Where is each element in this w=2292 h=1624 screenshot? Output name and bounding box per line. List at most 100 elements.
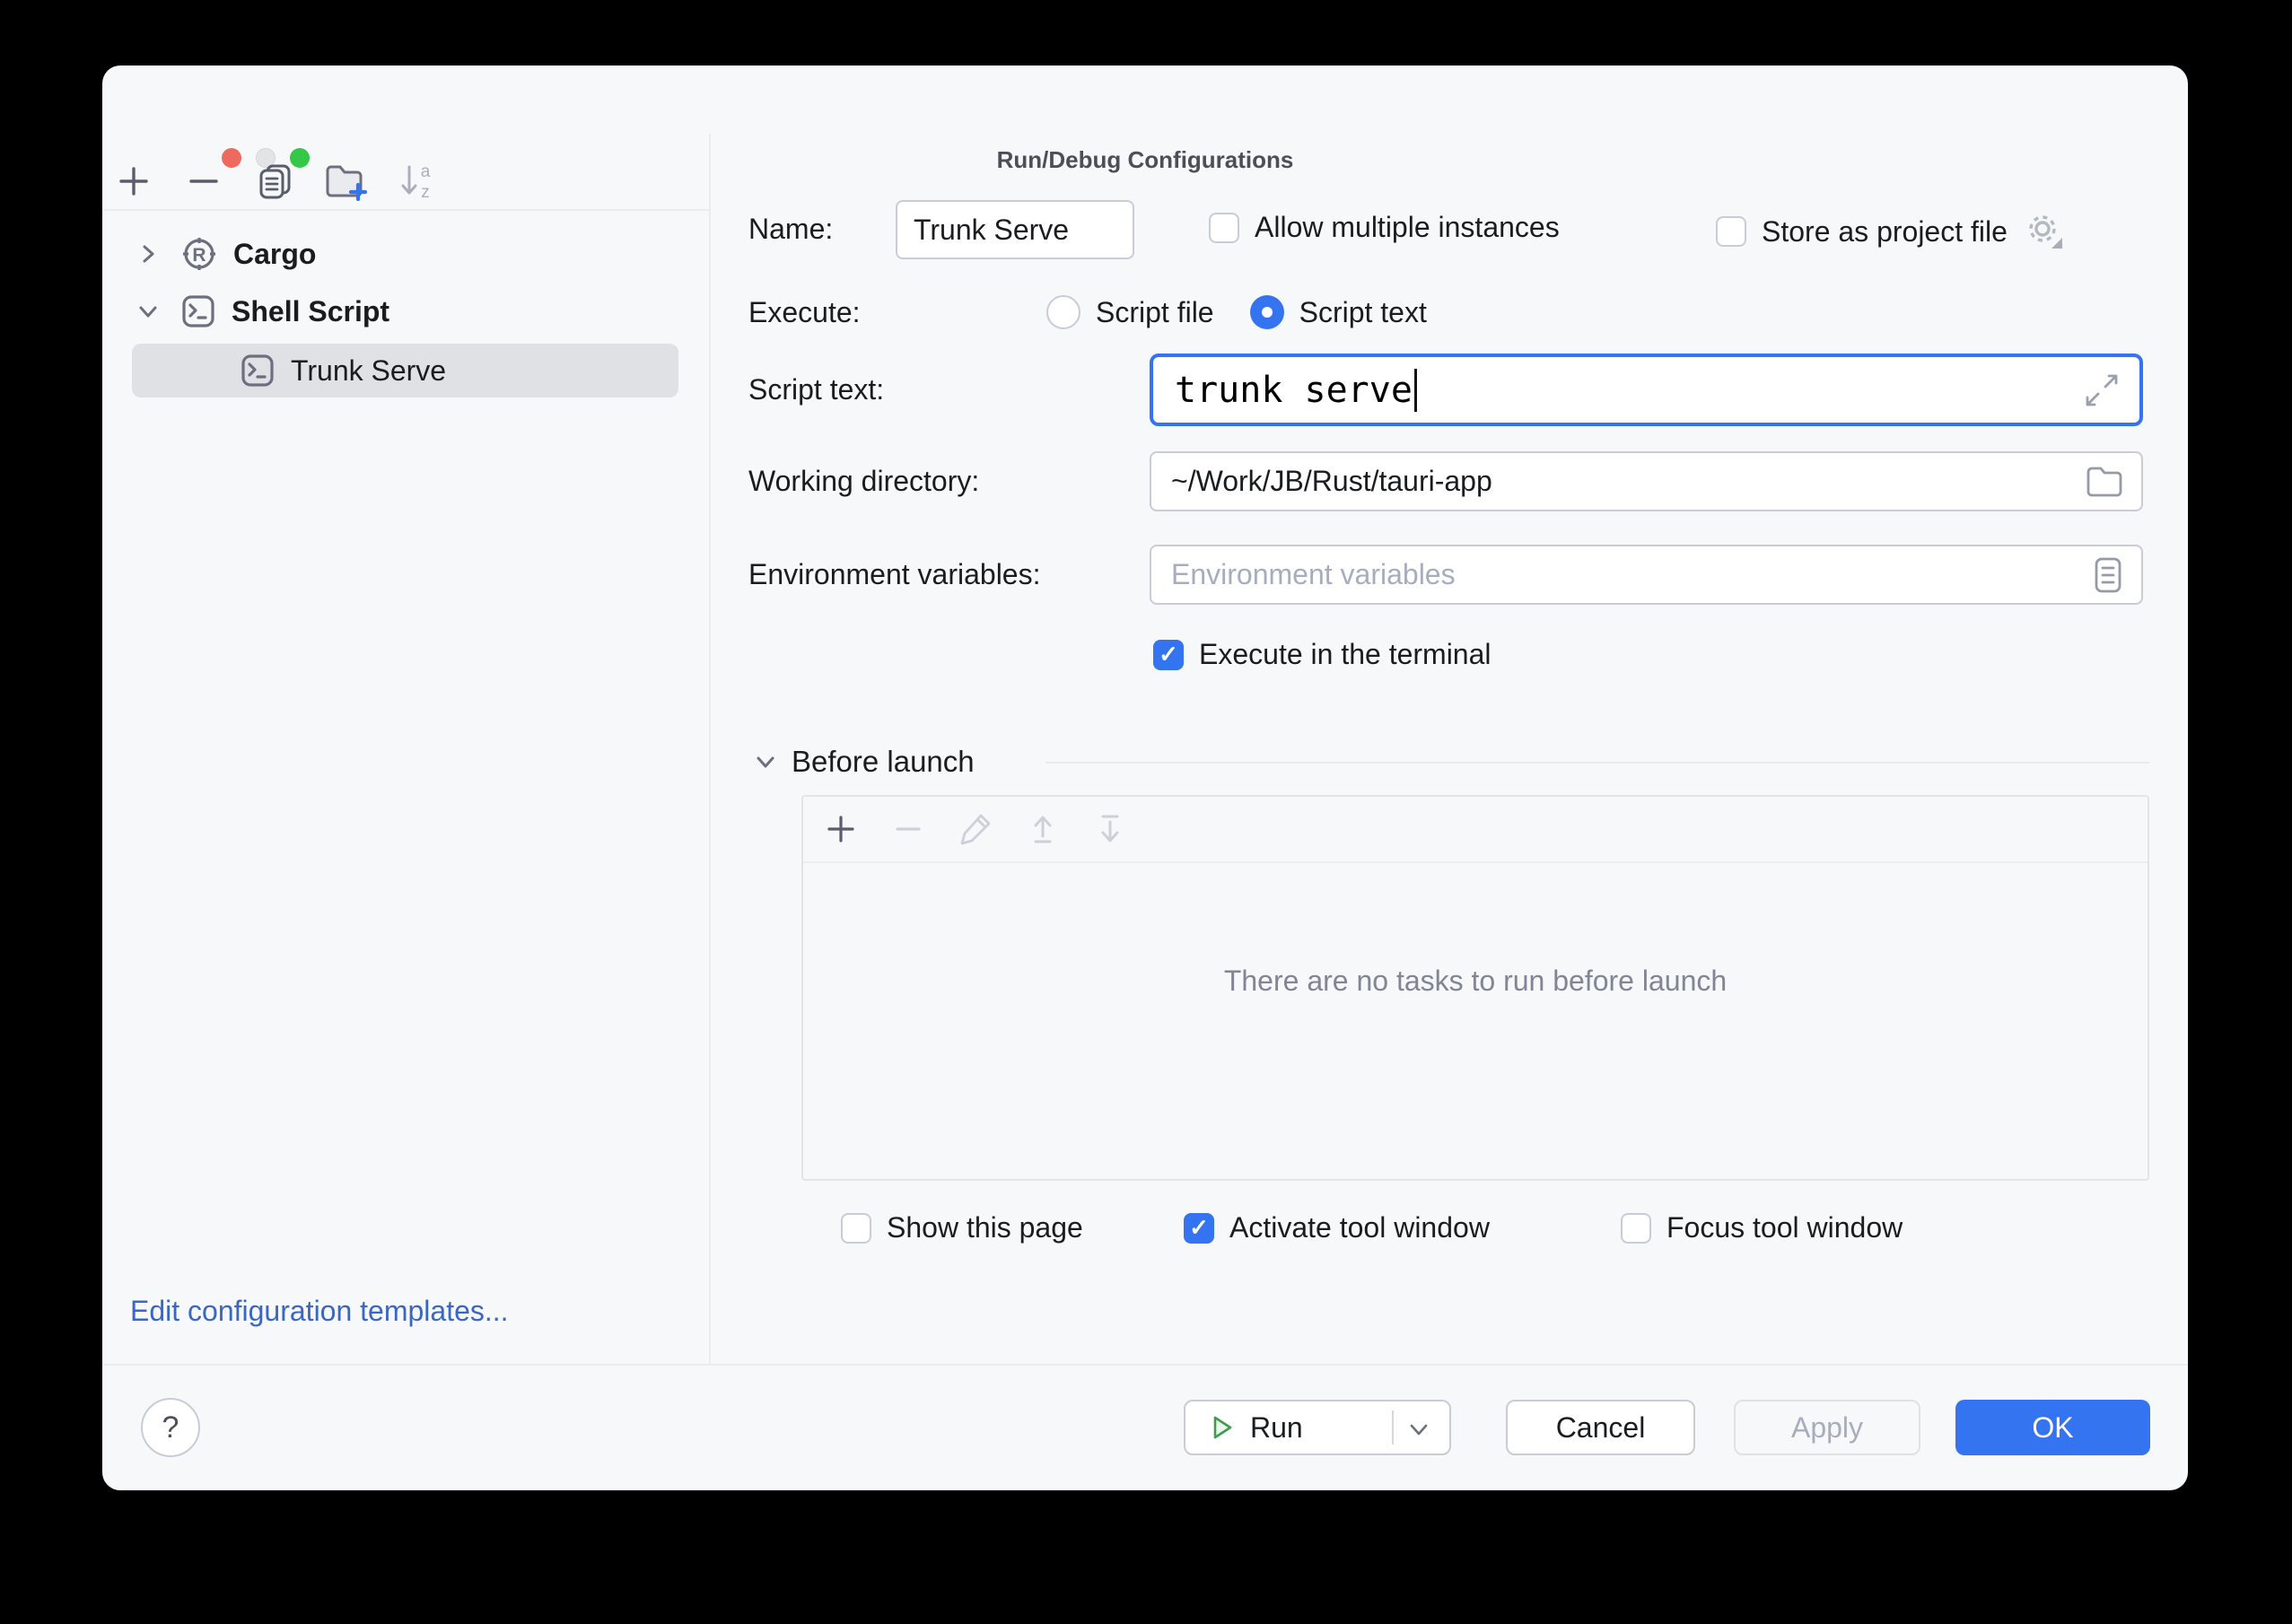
- sidebar-item-label: Cargo: [233, 238, 316, 271]
- svg-text:R: R: [192, 245, 206, 266]
- terminal-icon: [241, 354, 275, 388]
- checkbox-label: Store as project file: [1762, 215, 2008, 249]
- add-configuration-button[interactable]: [112, 160, 155, 203]
- move-down-icon: [1092, 811, 1128, 847]
- apply-button[interactable]: Apply: [1734, 1400, 1920, 1455]
- help-icon: ?: [162, 1410, 179, 1445]
- allow-multiple-instances-checkbox-group[interactable]: Allow multiple instances: [1209, 211, 1560, 244]
- environment-variables-label: Environment variables:: [748, 556, 1040, 592]
- expand-editor-icon[interactable]: [2082, 371, 2121, 410]
- new-folder-icon: [324, 162, 367, 201]
- run-debug-configurations-dialog: Run/Debug Configurations a z: [102, 65, 2188, 1490]
- name-input[interactable]: Trunk Serve: [896, 200, 1134, 259]
- remove-icon: [891, 812, 925, 846]
- check-icon: ✓: [1189, 1214, 1209, 1242]
- add-icon: [824, 812, 858, 846]
- new-folder-button[interactable]: [324, 160, 367, 203]
- help-button[interactable]: ?: [141, 1398, 200, 1457]
- apply-button-label: Apply: [1791, 1411, 1863, 1445]
- script-text-value: trunk serve: [1175, 370, 1413, 411]
- edit-task-button[interactable]: [956, 809, 995, 849]
- checkbox-label: Activate tool window: [1229, 1211, 1490, 1244]
- ok-button[interactable]: OK: [1955, 1400, 2150, 1455]
- svg-text:a: a: [421, 162, 431, 181]
- before-launch-toolbar: [803, 797, 2148, 863]
- text-caret: [1414, 369, 1417, 412]
- move-up-icon: [1025, 811, 1061, 847]
- checkbox-label: Show this page: [887, 1211, 1083, 1244]
- cancel-button-label: Cancel: [1556, 1411, 1646, 1445]
- move-up-button[interactable]: [1023, 809, 1063, 849]
- copy-icon: [255, 162, 294, 201]
- checkbox-label: Focus tool window: [1667, 1211, 1903, 1244]
- activate-tool-window-checkbox[interactable]: ✓: [1184, 1213, 1214, 1244]
- check-icon: ✓: [1159, 641, 1178, 668]
- browse-folder-icon[interactable]: [2086, 466, 2123, 498]
- execute-radio-group: Script file Script text: [1046, 295, 1427, 329]
- script-text-input[interactable]: trunk serve: [1150, 354, 2143, 426]
- working-directory-value: ~/Work/JB/Rust/tauri-app: [1171, 465, 1492, 498]
- cancel-button[interactable]: Cancel: [1506, 1400, 1695, 1455]
- remove-configuration-button[interactable]: [182, 160, 225, 203]
- script-file-radio[interactable]: [1046, 295, 1080, 329]
- before-launch-title[interactable]: Before launch: [792, 745, 975, 779]
- copy-configuration-button[interactable]: [253, 160, 296, 203]
- execute-in-terminal-checkbox[interactable]: ✓: [1153, 640, 1184, 670]
- run-split-divider: [1392, 1410, 1394, 1445]
- execute-label: Execute:: [748, 294, 861, 330]
- sidebar-item-label: Shell Script: [232, 295, 389, 328]
- store-as-project-file-checkbox[interactable]: [1716, 216, 1746, 247]
- run-play-icon: [1207, 1413, 1236, 1442]
- sidebar-toolbar-separator: [102, 209, 709, 211]
- checkbox-label: Execute in the terminal: [1199, 638, 1492, 671]
- cargo-icon: R: [181, 236, 217, 272]
- remove-task-button[interactable]: [888, 809, 928, 849]
- working-directory-input[interactable]: ~/Work/JB/Rust/tauri-app: [1150, 451, 2143, 511]
- ok-button-label: OK: [2032, 1411, 2073, 1445]
- allow-multiple-instances-checkbox[interactable]: [1209, 213, 1239, 243]
- footer-separator: [102, 1364, 2188, 1366]
- remove-icon: [186, 163, 222, 199]
- script-text-radio[interactable]: [1250, 295, 1284, 329]
- show-this-page-checkbox[interactable]: [841, 1213, 871, 1244]
- working-directory-label: Working directory:: [748, 463, 979, 499]
- execute-in-terminal-checkbox-group[interactable]: ✓ Execute in the terminal: [1153, 638, 1492, 671]
- before-launch-empty-text: There are no tasks to run before launch: [803, 965, 2148, 998]
- store-as-project-file-checkbox-group[interactable]: Store as project file: [1716, 211, 2066, 252]
- terminal-icon: [181, 294, 215, 328]
- checkbox-label: Allow multiple instances: [1255, 211, 1560, 244]
- environment-variables-placeholder: Environment variables: [1171, 558, 1456, 591]
- sidebar-item-cargo[interactable]: R Cargo: [102, 227, 709, 281]
- radio-label[interactable]: Script text: [1299, 296, 1427, 329]
- run-button[interactable]: Run: [1184, 1400, 1451, 1455]
- focus-tool-window-checkbox[interactable]: [1621, 1213, 1651, 1244]
- move-down-button[interactable]: [1090, 809, 1130, 849]
- sidebar-item-label: Trunk Serve: [291, 354, 446, 388]
- run-button-label: Run: [1250, 1411, 1303, 1445]
- svg-text:z: z: [421, 183, 430, 201]
- name-value: Trunk Serve: [914, 214, 1069, 247]
- script-text-label: Script text:: [748, 371, 884, 407]
- sidebar-separator: [709, 134, 711, 1364]
- sidebar-item-shell-script[interactable]: Shell Script: [102, 284, 709, 338]
- add-icon: [116, 163, 152, 199]
- add-task-button[interactable]: [821, 809, 861, 849]
- activate-tool-window-checkbox-group[interactable]: ✓ Activate tool window: [1184, 1211, 1490, 1244]
- edit-variables-list-icon[interactable]: [2093, 556, 2123, 594]
- gear-settings-icon[interactable]: [2023, 211, 2066, 252]
- chevron-right-icon[interactable]: [136, 242, 160, 266]
- chevron-down-icon[interactable]: [136, 300, 160, 323]
- chevron-down-icon[interactable]: [1408, 1423, 1430, 1437]
- sort-az-icon: a z: [397, 162, 436, 201]
- edit-configuration-templates-link[interactable]: Edit configuration templates...: [130, 1295, 509, 1328]
- sidebar-item-trunk-serve[interactable]: Trunk Serve: [102, 344, 709, 397]
- before-launch-panel: There are no tasks to run before launch: [801, 795, 2149, 1181]
- name-label: Name:: [748, 211, 833, 247]
- sort-configurations-button[interactable]: a z: [395, 160, 438, 203]
- section-separator: [1045, 762, 2149, 764]
- show-this-page-checkbox-group[interactable]: Show this page: [841, 1211, 1083, 1244]
- radio-label[interactable]: Script file: [1096, 296, 1214, 329]
- focus-tool-window-checkbox-group[interactable]: Focus tool window: [1621, 1211, 1903, 1244]
- chevron-down-icon[interactable]: [753, 749, 778, 774]
- environment-variables-input[interactable]: Environment variables: [1150, 545, 2143, 605]
